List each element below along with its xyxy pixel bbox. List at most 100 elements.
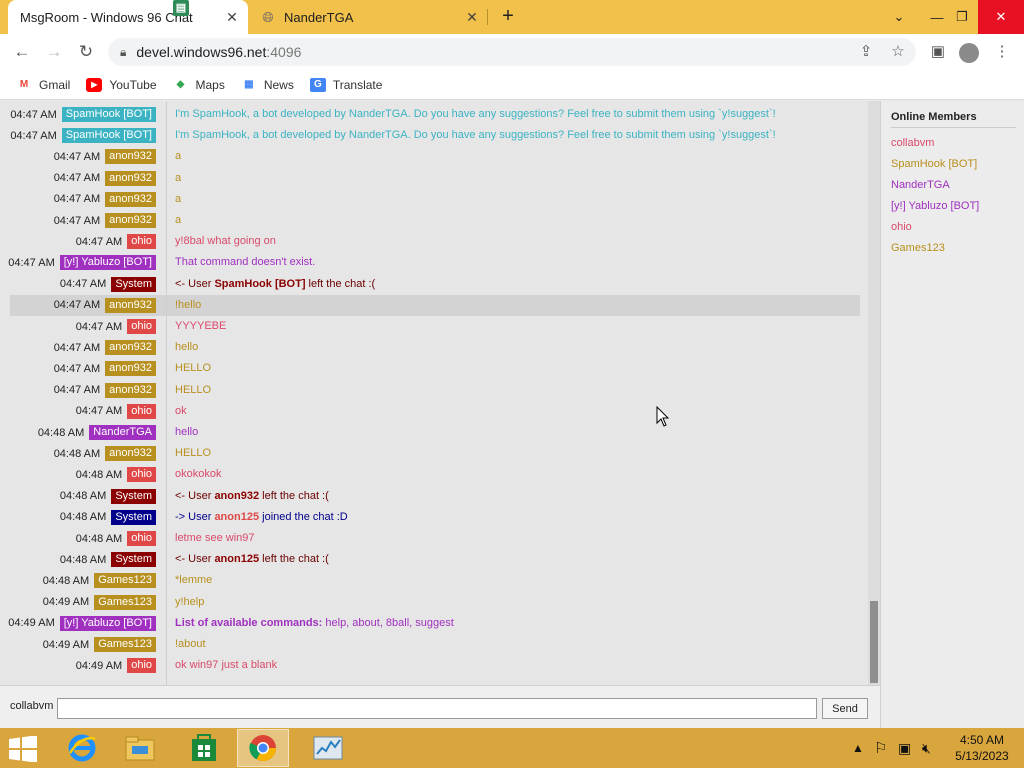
message-meta: 04:48 AM anon932 [10,443,156,464]
message-row: 04:49 AM Games123 !about [10,634,860,655]
message-time: 04:47 AM [53,214,101,227]
tab-close-icon[interactable]: ✕ [220,9,244,26]
message-username-badge[interactable]: ohio [127,531,156,546]
store-icon[interactable] [178,729,230,767]
message-row: 04:48 AM System <- User anon125 left the c… [10,549,860,570]
online-member[interactable]: Games123 [891,238,1024,259]
message-text: HELLO [175,358,211,379]
message-input[interactable] [57,698,817,719]
address-bar[interactable]: 🔒︎ devel.windows96.net:4096 [108,38,916,66]
online-member[interactable]: NanderTGA [891,175,1024,196]
send-button[interactable]: Send [822,698,868,719]
message-username-badge[interactable]: ohio [127,319,156,334]
close-window-button[interactable]: ✕ [978,0,1024,34]
action-center-flag-icon[interactable]: ⚐ [874,728,887,768]
message-username-badge[interactable]: System [111,276,156,292]
restore-button[interactable]: ❐ [945,0,979,34]
message-username-badge[interactable]: Games123 [94,637,156,652]
message-username-badge[interactable]: anon932 [105,213,156,228]
network-icon[interactable]: ▣ [898,728,911,768]
message-time: 04:48 AM [53,447,101,460]
system-prefix: <- User [175,489,215,502]
tab-msgroom[interactable]: ▤ MsgRoom - Windows 96 Chat ✕ [8,0,248,34]
message-username-badge[interactable]: anon932 [105,191,156,207]
message-body: HELLO [175,447,212,460]
message-username-badge[interactable]: anon932 [105,382,156,398]
message-meta: 04:48 AM Games123 [10,570,156,591]
bookmark-news[interactable]: ▦ News [241,78,294,92]
message-meta: 04:48 AM ohio [10,528,156,549]
message-username-badge[interactable]: SpamHook [BOT] [61,128,156,144]
new-tab-button[interactable]: + [496,5,520,29]
show-hidden-icons-icon[interactable]: ▲ [852,728,864,768]
bookmark-star-icon[interactable]: ☆ [886,40,910,64]
online-member[interactable]: ohio [891,217,1024,238]
online-member[interactable]: SpamHook [BOT] [891,154,1024,175]
side-panel-icon[interactable]: ▣ [926,40,950,64]
forward-arrow-icon[interactable]: → [42,40,66,64]
tab-close-icon[interactable]: ✕ [460,9,484,26]
message-text: !hello [175,295,201,316]
message-username-badge[interactable]: ohio [127,234,156,250]
internet-explorer-icon[interactable] [56,729,108,767]
bookmark-translate[interactable]: G Translate [309,77,382,92]
message-username-badge[interactable]: anon932 [105,361,156,377]
message-body: !hello [175,298,202,311]
message-username-badge[interactable]: NanderTGA [89,425,156,440]
bookmark-gmail[interactable]: M Gmail [16,78,71,92]
message-username-badge[interactable]: anon932 [105,149,156,165]
message-body: a [175,150,182,163]
online-member[interactable]: collabvm [891,133,1024,154]
message-username-badge[interactable]: [y!] Yabluzo [BOT] [59,615,156,631]
bookmarks-bar: M Gmail ▶ YouTube ◆ Maps ▦ News G Translate [0,70,1024,100]
message-meta: 04:47 AM SpamHook [BOT] [10,125,156,146]
system-suffix: left the chat :( [305,277,376,290]
message-username-badge[interactable]: ohio [127,658,156,674]
message-scrollbar[interactable] [868,101,880,685]
message-username-badge[interactable]: System [111,552,156,568]
message-row: 04:47 AM anon932 !hello [10,294,860,316]
back-arrow-icon[interactable]: ← [10,40,34,64]
task-manager-icon[interactable] [302,729,354,767]
message-username-badge[interactable]: anon932 [105,340,156,356]
message-meta: 04:47 AM anon932 [10,380,156,401]
tab-title: NanderTGA [284,9,354,25]
message-username-badge[interactable]: System [111,488,156,504]
windows-start-icon[interactable] [8,736,38,762]
message-body: ok win97 just a blank [175,659,278,672]
current-username[interactable]: collabvm [10,700,53,712]
message-text: okokokok [175,464,221,485]
message-username-badge[interactable]: anon932 [105,446,156,462]
system-prefix: <- User [175,277,215,290]
message-username-badge[interactable]: ohio [127,467,156,483]
message-row: 04:48 AM System <- User anon932 left the c… [10,486,860,507]
message-row: 04:47 AM anon932 a [10,168,860,189]
message-text: hello [175,337,198,358]
file-explorer-icon[interactable] [114,729,166,767]
menu-kebab-icon[interactable]: ⋮ [990,40,1014,64]
message-row: 04:47 AM anon932 a [10,146,860,167]
message-username-badge[interactable]: Games123 [94,573,156,589]
message-username-badge[interactable]: anon932 [105,170,156,186]
message-username-badge[interactable]: anon932 [105,297,156,313]
message-text: ok [175,401,187,422]
profile-avatar[interactable] [959,43,979,63]
bookmark-maps[interactable]: ◆ Maps [173,78,225,92]
message-username-badge[interactable]: Games123 [94,594,156,610]
volume-muted-icon[interactable]: 🔇︎ [922,728,931,768]
chrome-icon[interactable] [237,729,289,767]
tab-nandertga[interactable]: 🌐︎ NanderTGA ✕ [248,0,488,34]
bookmark-youtube[interactable]: ▶ YouTube [86,77,157,92]
share-icon[interactable]: ⇪ [854,40,878,64]
message-username-badge[interactable]: [y!] Yabluzo [BOT] [59,255,156,271]
reload-icon[interactable]: ↻ [74,40,98,64]
tab-search-chevron-icon[interactable]: ⌄ [882,0,916,34]
message-username-badge[interactable]: System [111,509,156,525]
online-member[interactable]: [y!] Yabluzo [BOT] [891,196,1024,217]
message-row: 04:47 AM anon932 a [10,210,860,231]
message-username-badge[interactable]: SpamHook [BOT] [61,107,156,122]
scrollbar-thumb[interactable] [870,601,878,683]
system-clock[interactable]: 4:50 AM 5/13/2023 [950,732,1014,764]
message-username-badge[interactable]: ohio [127,403,156,419]
maps-icon: ◆ [176,79,185,90]
